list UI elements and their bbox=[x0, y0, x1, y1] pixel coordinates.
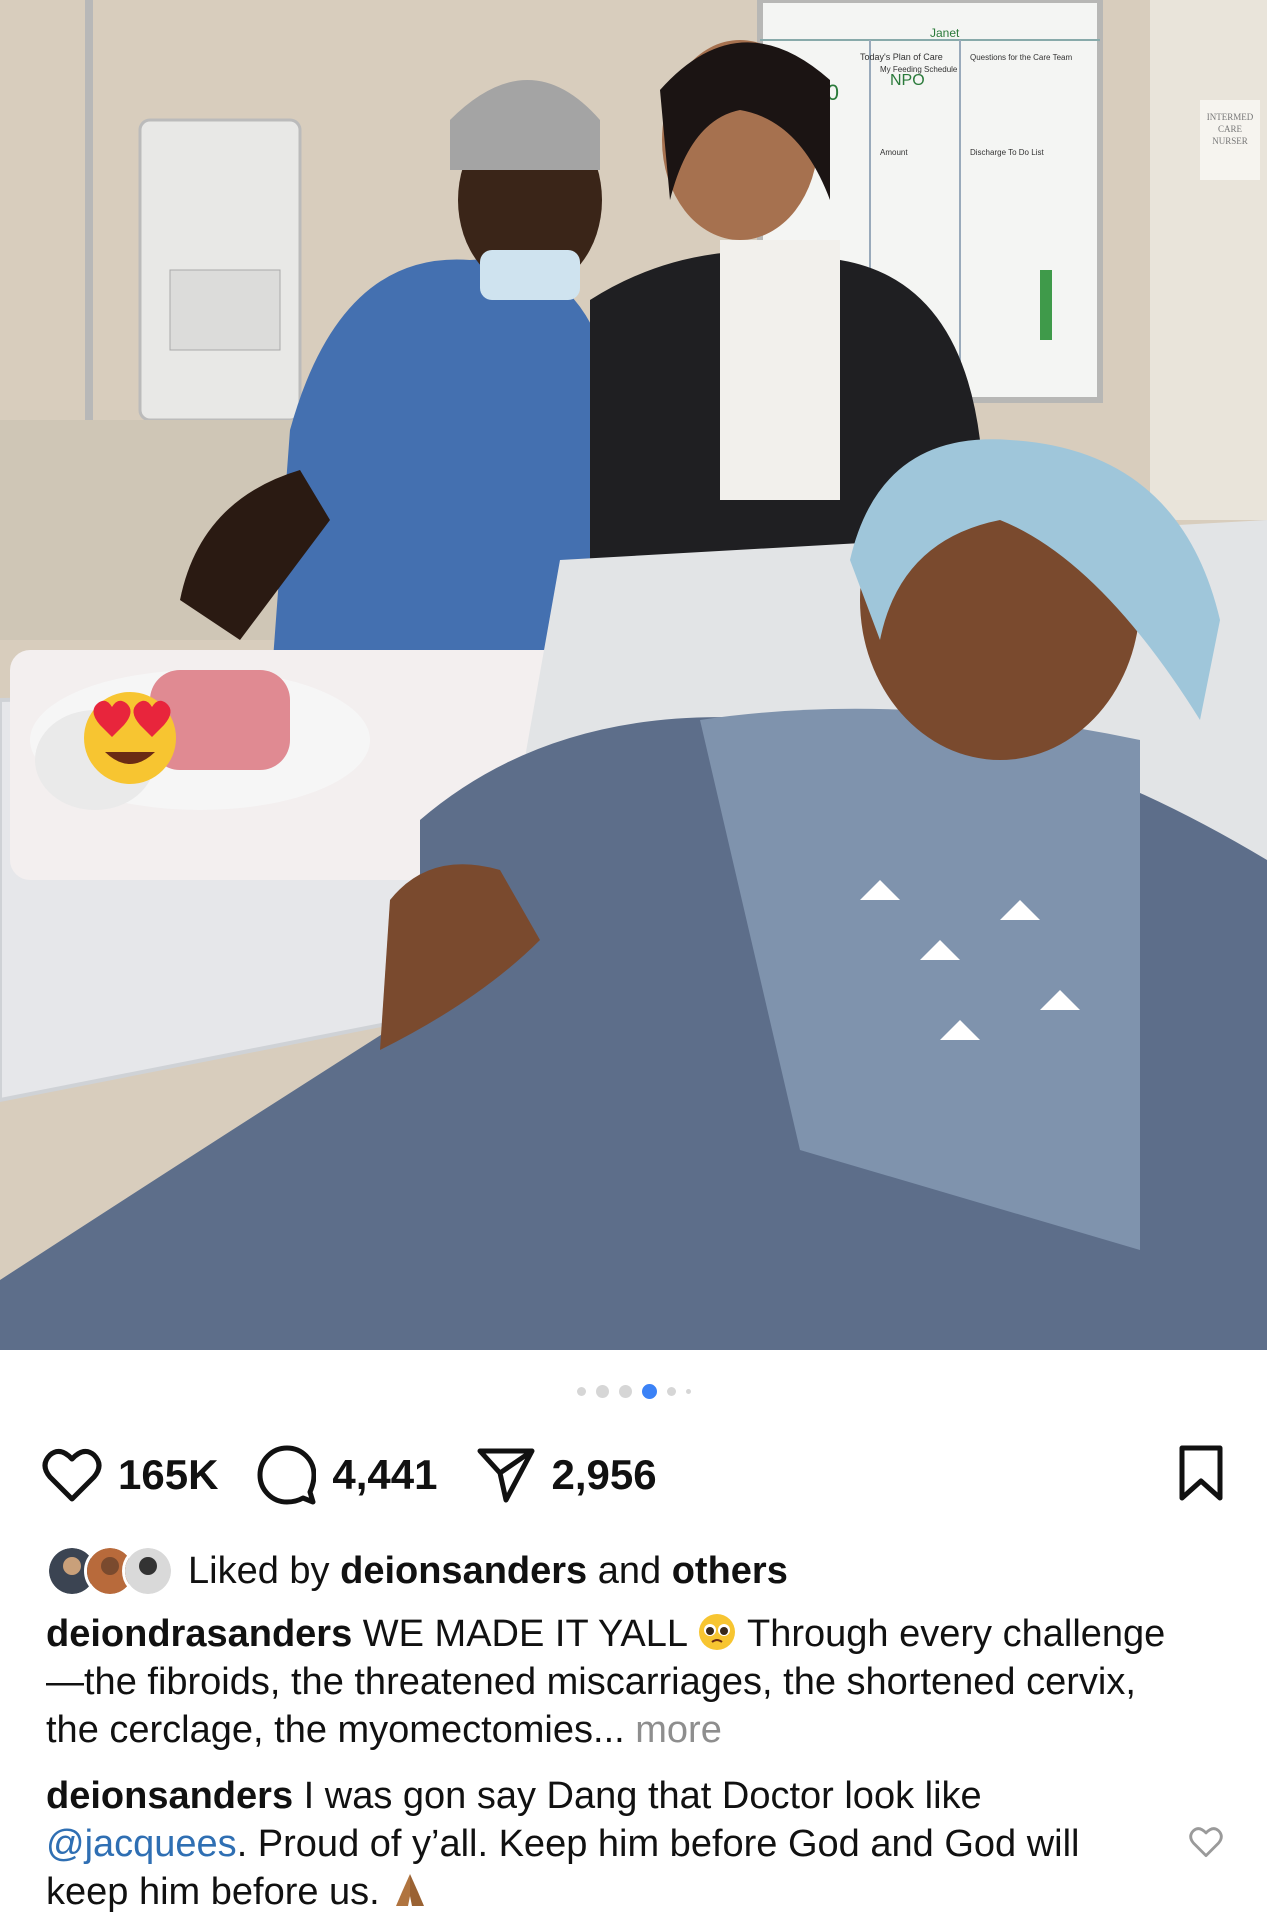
svg-text:Questions for the Care Team: Questions for the Care Team bbox=[970, 53, 1072, 62]
comment-username-link[interactable]: deionsanders bbox=[46, 1775, 293, 1817]
carousel-dot bbox=[666, 1387, 676, 1396]
caption-more-link[interactable]: more bbox=[635, 1709, 722, 1751]
carousel-dot bbox=[576, 1387, 586, 1396]
comment-bubble-icon bbox=[257, 1445, 317, 1505]
paper-plane-icon bbox=[477, 1448, 535, 1503]
pleading-face-emoji-icon bbox=[699, 1614, 736, 1650]
svg-text:Discharge To Do List: Discharge To Do List bbox=[970, 148, 1044, 157]
svg-text:Today's Plan of Care: Today's Plan of Care bbox=[860, 52, 943, 62]
comment-item: deionsanders I was gon say Dang that Doc… bbox=[46, 1772, 1157, 1916]
shares-count: 2,956 bbox=[551, 1451, 657, 1498]
comment-text: I was gon say Dang that Doctor look like bbox=[303, 1775, 982, 1817]
svg-text:INTERMED: INTERMED bbox=[1207, 112, 1254, 122]
folded-hands-emoji-icon bbox=[396, 1874, 425, 1906]
post-action-bar: 165K 4,441 2,956 bbox=[42, 1440, 1225, 1510]
liked-by-conjunction: and bbox=[597, 1549, 662, 1592]
carousel-dot bbox=[685, 1389, 691, 1394]
heart-icon bbox=[1189, 1827, 1223, 1858]
hospital-scene-image: INTERMED CARE NURSER Janet Today's Plan … bbox=[0, 0, 1267, 1350]
heart-icon bbox=[42, 1448, 102, 1502]
bookmark-icon bbox=[1179, 1445, 1223, 1500]
comment-button[interactable]: 4,441 bbox=[256, 1445, 438, 1505]
comment-like-button[interactable] bbox=[1189, 1826, 1223, 1863]
heart-eyes-emoji-icon bbox=[84, 692, 176, 784]
liker-avatars bbox=[46, 1545, 174, 1597]
liked-by-others-link[interactable]: others bbox=[672, 1550, 788, 1593]
caption-username-link[interactable]: deiondrasanders bbox=[46, 1613, 352, 1655]
liked-by-user-link[interactable]: deionsanders bbox=[340, 1550, 587, 1593]
svg-text:NPO: NPO bbox=[890, 72, 925, 89]
liked-by-row[interactable]: Liked by deionsanders and others bbox=[46, 1545, 1227, 1597]
like-button[interactable]: 165K bbox=[42, 1447, 218, 1503]
save-button[interactable] bbox=[1177, 1443, 1225, 1508]
carousel-indicator bbox=[0, 1384, 1267, 1399]
avatar bbox=[122, 1545, 174, 1597]
comments-count: 4,441 bbox=[332, 1451, 438, 1498]
svg-text:NURSER: NURSER bbox=[1212, 136, 1248, 146]
post-photo[interactable]: INTERMED CARE NURSER Janet Today's Plan … bbox=[0, 0, 1267, 1350]
comment-mention-link[interactable]: @jacquees bbox=[46, 1823, 237, 1865]
liked-by-prefix: Liked by bbox=[188, 1549, 330, 1592]
share-button[interactable]: 2,956 bbox=[476, 1446, 657, 1504]
carousel-dot bbox=[618, 1385, 632, 1398]
svg-text:Amount: Amount bbox=[880, 148, 908, 157]
likes-count: 165K bbox=[118, 1451, 219, 1498]
carousel-dot bbox=[595, 1385, 609, 1398]
svg-text:CARE: CARE bbox=[1218, 124, 1243, 134]
carousel-dot-active bbox=[641, 1384, 657, 1399]
caption-text: WE MADE IT YALL bbox=[362, 1613, 687, 1655]
post-caption: deiondrasanders WE MADE IT YALL Through … bbox=[46, 1610, 1197, 1754]
svg-text:Janet: Janet bbox=[930, 26, 960, 40]
